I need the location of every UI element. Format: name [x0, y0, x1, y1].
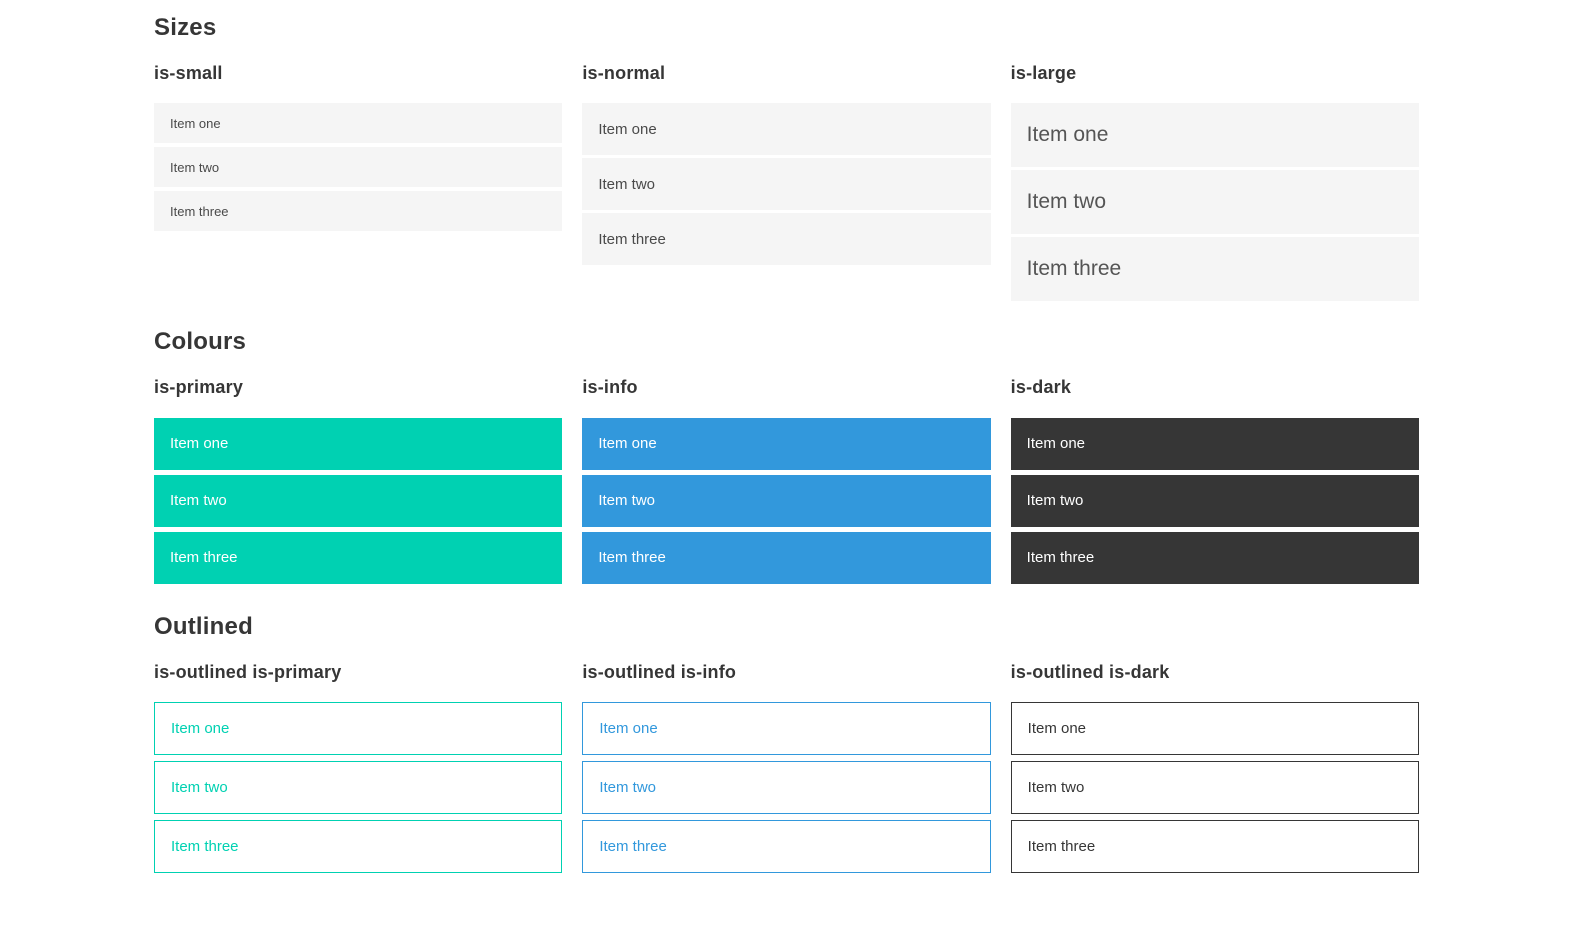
- list-item[interactable]: Item one: [1010, 103, 1419, 168]
- list-item[interactable]: Item two: [1010, 474, 1419, 527]
- group-label-is-outlined-is-primary: is-outlined is-primary: [154, 661, 342, 682]
- group-label-is-dark: is-dark: [1010, 377, 1072, 398]
- section-title-sizes: Sizes: [154, 14, 217, 41]
- group-is-outlined-is-primary: is-outlined is-primary Item one Item two…: [154, 661, 563, 880]
- item-list-primary: Item one Item two Item three: [154, 417, 563, 584]
- group-is-small: is-small Item one Item two Item three: [154, 62, 563, 236]
- group-is-outlined-is-dark: is-outlined is-dark Item one Item two It…: [1010, 661, 1419, 880]
- section-sizes: Sizes is-small Item one Item two Item th…: [154, 14, 1419, 304]
- section-outlined: Outlined is-outlined is-primary Item one…: [154, 613, 1419, 879]
- list-item[interactable]: Item two: [154, 147, 563, 188]
- section-colours: Colours is-primary Item one Item two Ite…: [154, 328, 1419, 588]
- item-list-small: Item one Item two Item three: [154, 103, 563, 232]
- list-item[interactable]: Item two: [582, 158, 991, 211]
- list-item[interactable]: Item three: [154, 191, 563, 232]
- list-item[interactable]: Item one: [582, 702, 991, 756]
- item-list-info: Item one Item two Item three: [582, 417, 991, 584]
- group-is-dark: is-dark Item one Item two Item three: [1010, 377, 1419, 589]
- group-label-is-large: is-large: [1010, 62, 1077, 83]
- sizes-grid: is-small Item one Item two Item three is…: [154, 63, 1419, 305]
- item-list-dark: Item one Item two Item three: [1010, 417, 1419, 584]
- list-item[interactable]: Item three: [154, 820, 563, 874]
- list-item[interactable]: Item one: [154, 103, 563, 144]
- item-list-outlined-primary: Item one Item two Item three: [154, 702, 563, 874]
- list-item[interactable]: Item one: [154, 702, 563, 756]
- group-label-is-normal: is-normal: [582, 62, 666, 83]
- section-title-colours: Colours: [154, 328, 247, 356]
- group-is-info: is-info Item one Item two Item three: [582, 377, 991, 589]
- item-list-normal: Item one Item two Item three: [582, 103, 991, 266]
- group-is-normal: is-normal Item one Item two Item three: [582, 62, 991, 269]
- group-is-primary: is-primary Item one Item two Item three: [154, 377, 563, 589]
- component-docs-page: Sizes is-small Item one Item two Item th…: [0, 0, 1595, 931]
- item-list-outlined-dark: Item one Item two Item three: [1010, 702, 1419, 874]
- group-label-is-primary: is-primary: [154, 377, 244, 398]
- list-item[interactable]: Item two: [1010, 761, 1419, 815]
- colours-grid: is-primary Item one Item two Item three …: [154, 377, 1419, 589]
- list-item[interactable]: Item three: [154, 531, 563, 584]
- item-list-outlined-info: Item one Item two Item three: [582, 702, 991, 874]
- list-item[interactable]: Item one: [1010, 417, 1419, 470]
- list-item[interactable]: Item three: [1010, 531, 1419, 584]
- section-title-outlined: Outlined: [154, 612, 253, 640]
- group-label-is-small: is-small: [154, 62, 223, 83]
- list-item[interactable]: Item three: [582, 531, 991, 584]
- list-item[interactable]: Item two: [582, 761, 991, 815]
- list-item[interactable]: Item one: [154, 417, 563, 470]
- group-label-is-outlined-is-info: is-outlined is-info: [582, 661, 737, 682]
- list-item[interactable]: Item two: [154, 474, 563, 527]
- list-item[interactable]: Item two: [154, 761, 563, 815]
- list-item[interactable]: Item one: [582, 103, 991, 156]
- list-item[interactable]: Item three: [1010, 820, 1419, 874]
- outlined-grid: is-outlined is-primary Item one Item two…: [154, 662, 1419, 880]
- list-item[interactable]: Item three: [582, 820, 991, 874]
- list-item[interactable]: Item three: [1010, 237, 1419, 302]
- list-item[interactable]: Item one: [1010, 702, 1419, 756]
- list-item[interactable]: Item two: [1010, 170, 1419, 235]
- list-item[interactable]: Item three: [582, 213, 991, 266]
- item-list-large: Item one Item two Item three: [1010, 103, 1419, 302]
- group-is-large: is-large Item one Item two Item three: [1010, 62, 1419, 305]
- list-item[interactable]: Item two: [582, 474, 991, 527]
- group-label-is-info: is-info: [582, 377, 638, 398]
- group-label-is-outlined-is-dark: is-outlined is-dark: [1010, 661, 1170, 682]
- group-is-outlined-is-info: is-outlined is-info Item one Item two It…: [582, 661, 991, 880]
- list-item[interactable]: Item one: [582, 417, 991, 470]
